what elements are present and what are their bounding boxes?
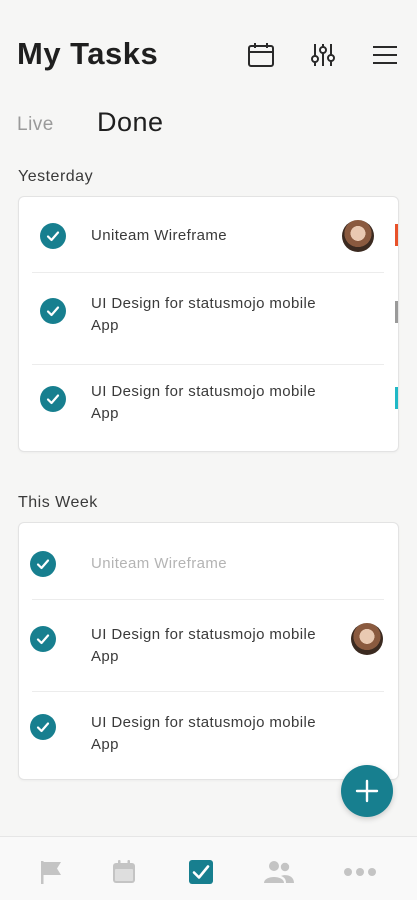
task-row[interactable]: UI Design for statusmojo mobile App [19,692,398,779]
page-title: My Tasks [17,36,159,71]
section-label-this-week: This Week [18,494,98,511]
task-card-yesterday: Uniteam Wireframe UI Design for statusmo… [18,196,399,452]
priority-indicator [395,387,398,409]
plus-icon [355,779,379,803]
task-row[interactable]: UI Design for statusmojo mobile App [19,365,398,451]
calendar-icon[interactable] [107,857,141,887]
check-icon[interactable] [40,298,66,324]
menu-icon[interactable] [370,40,400,70]
header: My Tasks [0,0,417,100]
filter-sliders-icon[interactable] [308,40,338,70]
check-icon[interactable] [30,714,56,740]
task-title: Uniteam Wireframe [91,555,227,572]
section-label-yesterday: Yesterday [18,168,94,185]
check-icon[interactable] [30,626,56,652]
task-title: UI Design for statusmojo mobile App [91,714,316,753]
more-icon[interactable] [343,857,377,887]
task-row[interactable]: Uniteam Wireframe [19,197,398,273]
people-icon[interactable] [262,857,296,887]
tab-done[interactable]: Done [97,107,164,138]
task-title: Uniteam Wireframe [91,227,227,244]
priority-indicator [395,301,398,323]
add-task-button[interactable] [341,765,393,817]
calendar-icon[interactable] [246,40,276,70]
tab-live[interactable]: Live [17,114,54,136]
checkbox-icon[interactable] [184,857,218,887]
avatar [351,623,383,655]
task-title: UI Design for statusmojo mobile App [91,383,316,422]
check-icon[interactable] [30,551,56,577]
priority-indicator [395,224,398,246]
task-row[interactable]: UI Design for statusmojo mobile App [19,273,398,365]
check-icon[interactable] [40,386,66,412]
check-icon[interactable] [40,223,66,249]
task-row[interactable]: UI Design for statusmojo mobile App [19,600,398,692]
tab-bar: Live Done [0,104,417,144]
bottom-navigation [0,836,417,900]
task-title: UI Design for statusmojo mobile App [91,626,316,665]
flag-icon[interactable] [34,857,68,887]
task-card-this-week: Uniteam Wireframe UI Design for statusmo… [18,522,399,780]
avatar [342,220,374,252]
task-title: UI Design for statusmojo mobile App [91,295,316,334]
task-row[interactable]: Uniteam Wireframe [19,523,398,600]
